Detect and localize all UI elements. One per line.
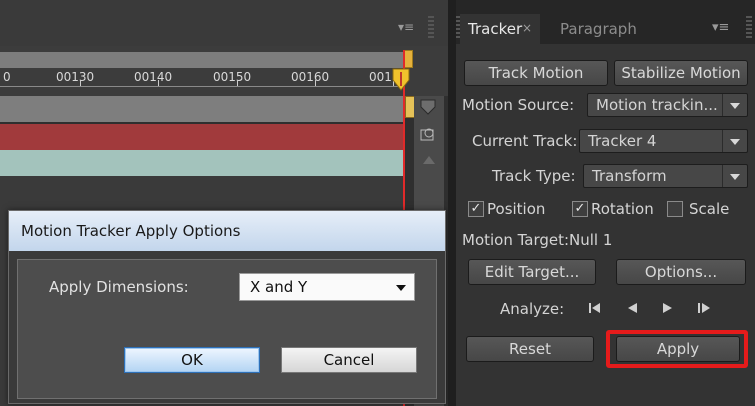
tracker-panel: Tracker × Paragraph ▾≡ Track Motion Stab… [456,0,755,406]
scale-label: Scale [689,200,730,218]
tick-label: 00150 [213,70,252,84]
timeline-panel-menu-icon[interactable]: ▾≡ [398,20,414,34]
scroll-up-icon[interactable] [421,154,437,166]
chevron-down-icon [730,103,740,109]
analyze-forward-icon[interactable] [659,300,677,316]
analyze-backward-one-frame-icon[interactable] [586,300,604,316]
panel-tab-bar: Tracker × Paragraph ▾≡ [456,0,755,44]
work-area-bar[interactable] [0,96,404,122]
time-navigator-bar[interactable] [0,52,412,68]
cancel-button[interactable]: Cancel [281,347,417,373]
timeline-panel: ▾≡ 0 00130 00140 00150 00160 001 Motion … [0,0,448,406]
tick-label: 001 [369,70,392,84]
panel-grip-icon[interactable] [428,16,434,38]
playhead-icon[interactable] [392,68,410,92]
layer-switch-icon[interactable] [419,126,439,146]
edit-target-button[interactable]: Edit Target... [468,259,596,285]
dropdown-separator [722,130,723,152]
current-track-label: Current Track: [472,132,578,150]
chevron-down-icon [730,139,740,145]
current-track-dropdown[interactable]: Tracker 4 [579,129,748,153]
analyze-forward-one-frame-icon[interactable] [695,300,713,316]
reset-button[interactable]: Reset [466,336,594,362]
position-label: Position [487,200,546,218]
motion-target-label: Motion Target: [462,231,570,249]
apply-dimensions-label: Apply Dimensions: [49,278,189,296]
apply-button-highlight [606,330,748,368]
track-type-value: Transform [592,167,667,185]
motion-target-value: Null 1 [569,231,613,249]
track-type-dropdown[interactable]: Transform [583,164,748,188]
panel-divider[interactable] [448,0,456,406]
tick-label: 0 [3,70,11,84]
rotation-label: Rotation [591,200,654,218]
motion-tracker-apply-dialog: Motion Tracker Apply Options Apply Dimen… [8,210,446,404]
comp-marker-bin-icon[interactable] [418,98,438,116]
panel-grip-icon[interactable] [746,16,752,38]
motion-source-label: Motion Source: [462,96,575,114]
analyze-backward-icon[interactable] [623,300,641,316]
motion-source-dropdown[interactable]: Motion trackin... [587,93,748,117]
position-checkbox[interactable]: ✓ [468,201,484,217]
close-icon[interactable]: × [522,21,532,35]
tick-label: 00140 [134,70,173,84]
scale-checkbox[interactable] [667,201,683,217]
dialog-title-bar[interactable]: Motion Tracker Apply Options [9,211,445,251]
tab-tracker[interactable]: Tracker × [460,14,540,44]
motion-source-value: Motion trackin... [596,96,718,114]
panel-menu-icon[interactable]: ▾≡ [712,20,729,35]
chevron-down-icon [730,174,740,180]
layer-bar-null[interactable] [0,124,404,150]
stabilize-motion-button[interactable]: Stabilize Motion [614,60,748,86]
dialog-title: Motion Tracker Apply Options [21,222,241,240]
chevron-down-icon [396,285,406,291]
tab-tracker-label: Tracker [468,20,523,38]
tab-paragraph[interactable]: Paragraph [560,20,637,38]
apply-dimensions-value: X and Y [250,278,308,296]
current-track-value: Tracker 4 [588,132,657,150]
timeline-header: ▾≡ [0,0,448,46]
dropdown-separator [722,94,723,116]
tick-label: 00160 [291,70,330,84]
tick-label: 00130 [56,70,95,84]
apply-dimensions-select[interactable]: X and Y [239,273,415,301]
options-button[interactable]: Options... [616,259,746,285]
rotation-checkbox[interactable]: ✓ [572,201,588,217]
dropdown-separator [722,165,723,187]
layer-bar-footage[interactable] [0,150,404,176]
ruler-baseline [0,86,404,87]
track-type-label: Track Type: [492,167,576,185]
track-motion-button[interactable]: Track Motion [464,60,608,86]
ok-button[interactable]: OK [124,347,260,373]
analyze-label: Analyze: [500,300,565,318]
